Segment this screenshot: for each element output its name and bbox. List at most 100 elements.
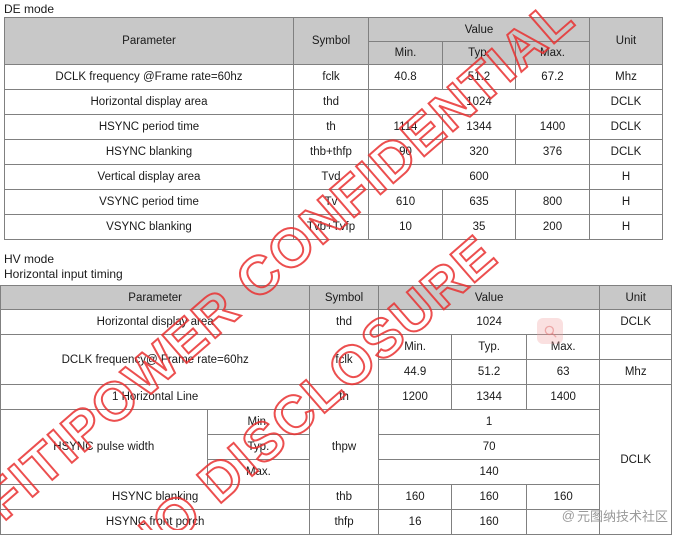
cell-value-merged: 1024 — [368, 89, 590, 115]
cell-subheader-typ: Typ. — [451, 334, 527, 360]
cell-max: 376 — [515, 139, 590, 165]
document-page: DE mode Parameter Symbol Value Unit Min.… — [0, 0, 676, 535]
cell-max: 67.2 — [515, 64, 590, 90]
header-symbol: Symbol — [309, 285, 379, 310]
cell-symbol: fclk — [293, 64, 369, 90]
cell-parameter: VSYNC period time — [4, 189, 294, 215]
cell-unit: DCLK — [599, 309, 672, 335]
cell-unit: DCLK — [589, 114, 663, 140]
cell-typ: 51.2 — [442, 64, 516, 90]
table-row: Vertical display area Tvd 600 H — [4, 164, 663, 190]
cell-typ: 320 — [442, 139, 516, 165]
table-row: HSYNC period time th 1114 1344 1400 DCLK — [4, 114, 663, 140]
table-row: HSYNC pulse width Min. thpw 1 — [0, 409, 672, 485]
cell-symbol: thd — [293, 89, 369, 115]
cell-parameter: DCLK frequency @Frame rate=60hz — [4, 64, 294, 90]
cell-symbol: Tvd — [293, 164, 369, 190]
cell-typ: 1344 — [451, 384, 527, 410]
header-parameter: Parameter — [4, 17, 294, 65]
cell-parameter: Horizontal display area — [0, 309, 311, 335]
cell-value-merged: 600 — [368, 164, 590, 190]
cell-min: 40.8 — [368, 64, 443, 90]
cell-value-merged: 1 — [377, 409, 601, 435]
cell-typ: 160 — [451, 484, 527, 510]
cell-typ: 51.2 — [451, 359, 527, 385]
cell-parameter: HSYNC period time — [4, 114, 294, 140]
header-unit: Unit — [589, 17, 663, 65]
cell-symbol: thpw — [309, 409, 379, 485]
cell-min: 44.9 — [377, 359, 453, 385]
horizontal-input-timing-caption: Horizontal input timing — [4, 267, 123, 281]
cell-unit: H — [589, 189, 663, 215]
site-watermark-text: 元图纳技术社区 — [576, 510, 668, 525]
cell-subheader-min: Min. — [377, 334, 453, 360]
cell-typ: 160 — [451, 509, 527, 535]
header-value: Value — [377, 285, 601, 310]
cell-parameter: HSYNC blanking — [4, 139, 294, 165]
cell-symbol: th — [309, 384, 379, 410]
header-min: Min. — [368, 41, 443, 65]
cell-min: 10 — [368, 214, 443, 240]
table-row: HSYNC blanking thb+thfp 90 320 376 DCLK — [4, 139, 663, 165]
table-row: VSYNC blanking Tvb+Tvfp 10 35 200 H — [4, 214, 663, 240]
cell-value-merged: 140 — [377, 459, 601, 485]
cell-parameter: Horizontal display area — [4, 89, 294, 115]
hv-mode-caption: HV mode — [4, 252, 55, 266]
header-typ: Typ. — [442, 41, 516, 65]
cell-sub-label-max: Max. — [206, 459, 311, 485]
de-mode-table: Parameter Symbol Value Unit Min. Typ. Ma… — [4, 17, 663, 240]
header-parameter: Parameter — [0, 285, 311, 310]
cell-unit-empty — [599, 334, 672, 360]
hv-mode-table: Parameter Symbol Value Unit Horizontal d… — [0, 285, 672, 535]
cell-unit: H — [589, 164, 663, 190]
cell-symbol: fclk — [309, 334, 379, 385]
cell-symbol: thd — [309, 309, 379, 335]
search-badge — [537, 318, 563, 344]
cell-sub-label-min: Min. — [206, 409, 311, 435]
cell-min: 160 — [377, 484, 453, 510]
cell-unit: Mhz — [599, 359, 672, 385]
cell-typ: 635 — [442, 189, 516, 215]
cell-symbol: thfp — [309, 509, 379, 535]
header-symbol: Symbol — [293, 17, 369, 65]
at-symbol: @ — [561, 508, 575, 523]
cell-symbol: th — [293, 114, 369, 140]
cell-symbol: thb — [309, 484, 379, 510]
cell-unit: DCLK — [589, 139, 663, 165]
cell-symbol: Tv — [293, 189, 369, 215]
cell-unit: DCLK — [589, 89, 663, 115]
cell-parameter: Vertical display area — [4, 164, 294, 190]
cell-max: 200 — [515, 214, 590, 240]
cell-max: 800 — [515, 189, 590, 215]
cell-value-merged: 70 — [377, 434, 601, 460]
header-value: Value — [368, 17, 590, 42]
header-unit: Unit — [599, 285, 672, 310]
de-mode-caption: DE mode — [4, 2, 55, 16]
cell-parameter: DCLK frequency@ Frame rate=60hz — [0, 334, 311, 385]
cell-min: 1114 — [368, 114, 443, 140]
cell-parameter: HSYNC front porch — [0, 509, 311, 535]
cell-max: 1400 — [525, 384, 601, 410]
cell-unit: Mhz — [589, 64, 663, 90]
search-icon — [544, 325, 556, 337]
cell-parameter: HSYNC pulse width — [0, 409, 208, 485]
cell-typ: 35 — [442, 214, 516, 240]
table-row: VSYNC period time Tv 610 635 800 H — [4, 189, 663, 215]
cell-min: 16 — [377, 509, 453, 535]
table-row: Horizontal display area thd 1024 DCLK — [4, 89, 663, 115]
cell-symbol: Tvb+Tvfp — [293, 214, 369, 240]
cell-symbol: thb+thfp — [293, 139, 369, 165]
table-row: Horizontal display area thd 1024 DCLK — [0, 309, 672, 335]
cell-value-merged: 1024 — [377, 309, 601, 335]
table-row: DCLK frequency@ Frame rate=60hz fclk Min… — [0, 334, 672, 385]
cell-parameter: 1 Horizontal Line — [0, 384, 311, 410]
table-row: DCLK frequency @Frame rate=60hz fclk 40.… — [4, 64, 663, 90]
cell-typ: 1344 — [442, 114, 516, 140]
cell-min: 1200 — [377, 384, 453, 410]
cell-parameter: VSYNC blanking — [4, 214, 294, 240]
site-watermark: @ 元图纳技术社区 — [562, 506, 668, 525]
cell-min: 610 — [368, 189, 443, 215]
cell-unit: H — [589, 214, 663, 240]
cell-max: 63 — [525, 359, 601, 385]
header-max: Max. — [515, 41, 590, 65]
